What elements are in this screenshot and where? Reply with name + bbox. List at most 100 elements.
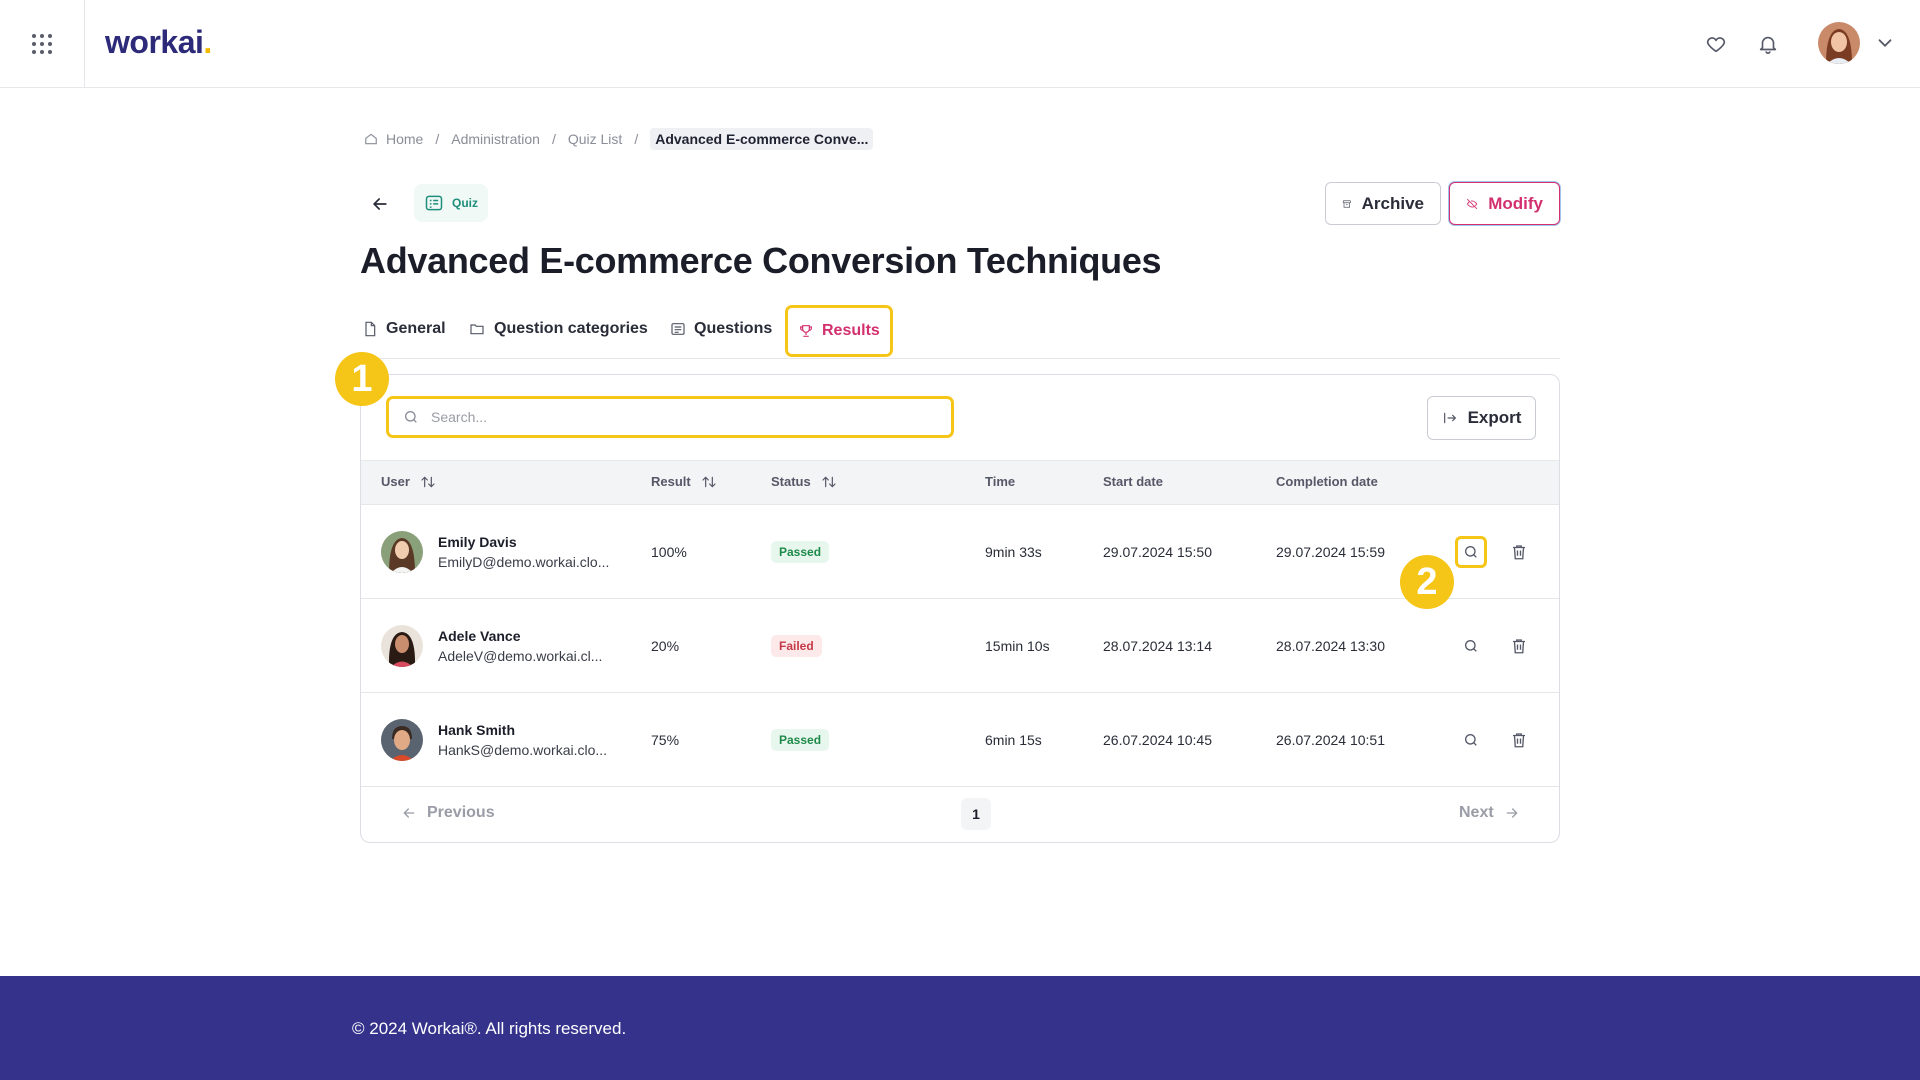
next-page-button[interactable]: Next <box>1459 804 1520 822</box>
sort-icon[interactable] <box>821 475 837 489</box>
completion-date-value: 26.07.2024 10:51 <box>1276 732 1385 748</box>
completion-date-value: 29.07.2024 15:59 <box>1276 544 1385 560</box>
footer-copyright: © 2024 Workai®. All rights reserved. <box>352 1019 627 1038</box>
breadcrumb-separator: / <box>435 131 440 147</box>
export-icon <box>1443 412 1456 424</box>
top-bar: workai. <box>0 0 1920 88</box>
time-value: 15min 10s <box>985 638 1050 654</box>
view-result-button[interactable] <box>1455 536 1487 568</box>
page-number-button[interactable]: 1 <box>961 798 991 830</box>
tab-question-categories[interactable]: Question categories <box>468 306 648 352</box>
delete-result-button[interactable] <box>1503 536 1535 568</box>
user-cell: Hank Smith HankS@demo.workai.clo... <box>381 693 607 787</box>
home-icon <box>365 133 377 145</box>
bell-icon <box>1759 36 1777 54</box>
user-cell: Adele Vance AdeleV@demo.workai.cl... <box>381 599 602 693</box>
grid-icon <box>32 33 52 54</box>
breadcrumb: Home / Administration / Quiz List / Adva… <box>364 128 874 150</box>
tab-bar: General Question categories Questions Re… <box>360 305 1560 359</box>
column-completion-date: Completion date <box>1276 474 1378 489</box>
column-status: Status <box>771 474 837 489</box>
archive-button[interactable]: Archive <box>1325 182 1441 225</box>
modify-label: Modify <box>1488 193 1543 213</box>
quiz-type-badge: Quiz <box>414 184 488 222</box>
archive-label: Archive <box>1361 193 1424 213</box>
arrow-left-icon <box>403 808 415 818</box>
search-icon <box>405 411 417 423</box>
view-result-button[interactable] <box>1455 630 1487 662</box>
search-icon <box>1465 546 1477 558</box>
time-value: 6min 15s <box>985 732 1042 748</box>
result-value: 100% <box>651 544 687 560</box>
result-value: 20% <box>651 638 680 654</box>
user-email: HankS@demo.workai.clo... <box>438 742 608 758</box>
eye-off-icon <box>1467 198 1478 209</box>
user-name: Hank Smith <box>438 722 516 738</box>
result-value: 75% <box>651 732 680 748</box>
previous-page-button[interactable]: Previous <box>401 804 495 822</box>
breadcrumb-separator: / <box>551 131 556 147</box>
trophy-icon <box>800 325 812 337</box>
tab-label: Question categories <box>494 320 648 337</box>
trash-icon <box>1513 733 1525 748</box>
chevron-down-icon[interactable] <box>1874 32 1896 54</box>
workai-logo[interactable]: workai. <box>105 24 212 61</box>
start-date-value: 26.07.2024 10:45 <box>1103 732 1212 748</box>
pagination: Previous 1 Next <box>361 786 1559 842</box>
delete-result-button[interactable] <box>1503 630 1535 662</box>
folder-icon <box>470 324 484 335</box>
table-row: Hank Smith HankS@demo.workai.clo... 75% … <box>361 693 1559 787</box>
apps-grid-button[interactable] <box>0 0 85 87</box>
quiz-icon <box>425 195 443 211</box>
view-result-button[interactable] <box>1455 724 1487 756</box>
tab-general[interactable]: General <box>362 306 446 352</box>
table-header: User Result Status Time Start date Compl… <box>361 460 1559 505</box>
user-email: AdeleV@demo.workai.cl... <box>438 648 603 664</box>
user-name: Emily Davis <box>438 534 517 550</box>
avatar <box>381 625 423 667</box>
tab-label: General <box>386 320 446 337</box>
sort-icon[interactable] <box>701 475 717 489</box>
table-row: Emily Davis EmilyD@demo.workai.clo... 10… <box>361 505 1559 599</box>
start-date-value: 29.07.2024 15:50 <box>1103 544 1212 560</box>
arrow-right-icon <box>1506 808 1518 818</box>
search-icon <box>1465 734 1477 746</box>
tab-results[interactable]: Results <box>785 305 893 357</box>
breadcrumb-home[interactable]: Home <box>364 131 423 147</box>
search-field[interactable] <box>386 396 954 438</box>
search-input[interactable] <box>431 409 911 425</box>
sort-icon[interactable] <box>420 475 436 489</box>
modify-button[interactable]: Modify <box>1449 182 1560 225</box>
tab-label: Results <box>822 322 880 339</box>
footer: © 2024 Workai®. All rights reserved. <box>0 976 1920 1080</box>
time-value: 9min 33s <box>985 544 1042 560</box>
user-cell: Emily Davis EmilyD@demo.workai.clo... <box>381 505 609 599</box>
column-user: User <box>381 474 436 489</box>
user-email: EmilyD@demo.workai.clo... <box>438 554 610 570</box>
breadcrumb-administration[interactable]: Administration <box>451 131 540 147</box>
user-avatar[interactable] <box>1818 22 1860 64</box>
next-label: Next <box>1459 804 1494 821</box>
status-badge: Passed <box>771 541 830 563</box>
previous-label: Previous <box>427 804 495 821</box>
document-icon <box>365 321 376 337</box>
step-marker-1: 1 <box>335 352 389 406</box>
tab-label: Questions <box>694 320 773 337</box>
results-card: Export User Result Status Time Start dat… <box>360 374 1560 843</box>
export-button[interactable]: Export <box>1427 396 1536 440</box>
column-time: Time <box>985 474 1016 489</box>
archive-icon <box>1342 199 1351 208</box>
favorites-button[interactable] <box>1702 30 1730 58</box>
heart-icon <box>1706 37 1726 53</box>
back-button[interactable] <box>366 190 394 218</box>
tab-questions[interactable]: Questions <box>670 306 772 352</box>
status-badge: Passed <box>771 729 830 751</box>
page-title: Advanced E-commerce Conversion Technique… <box>360 240 1162 281</box>
list-icon <box>671 323 685 335</box>
breadcrumb-quiz-list[interactable]: Quiz List <box>568 131 622 147</box>
status-badge: Failed <box>771 635 822 657</box>
notifications-button[interactable] <box>1754 30 1782 58</box>
delete-result-button[interactable] <box>1503 724 1535 756</box>
search-icon <box>1465 640 1477 652</box>
avatar <box>381 719 423 761</box>
